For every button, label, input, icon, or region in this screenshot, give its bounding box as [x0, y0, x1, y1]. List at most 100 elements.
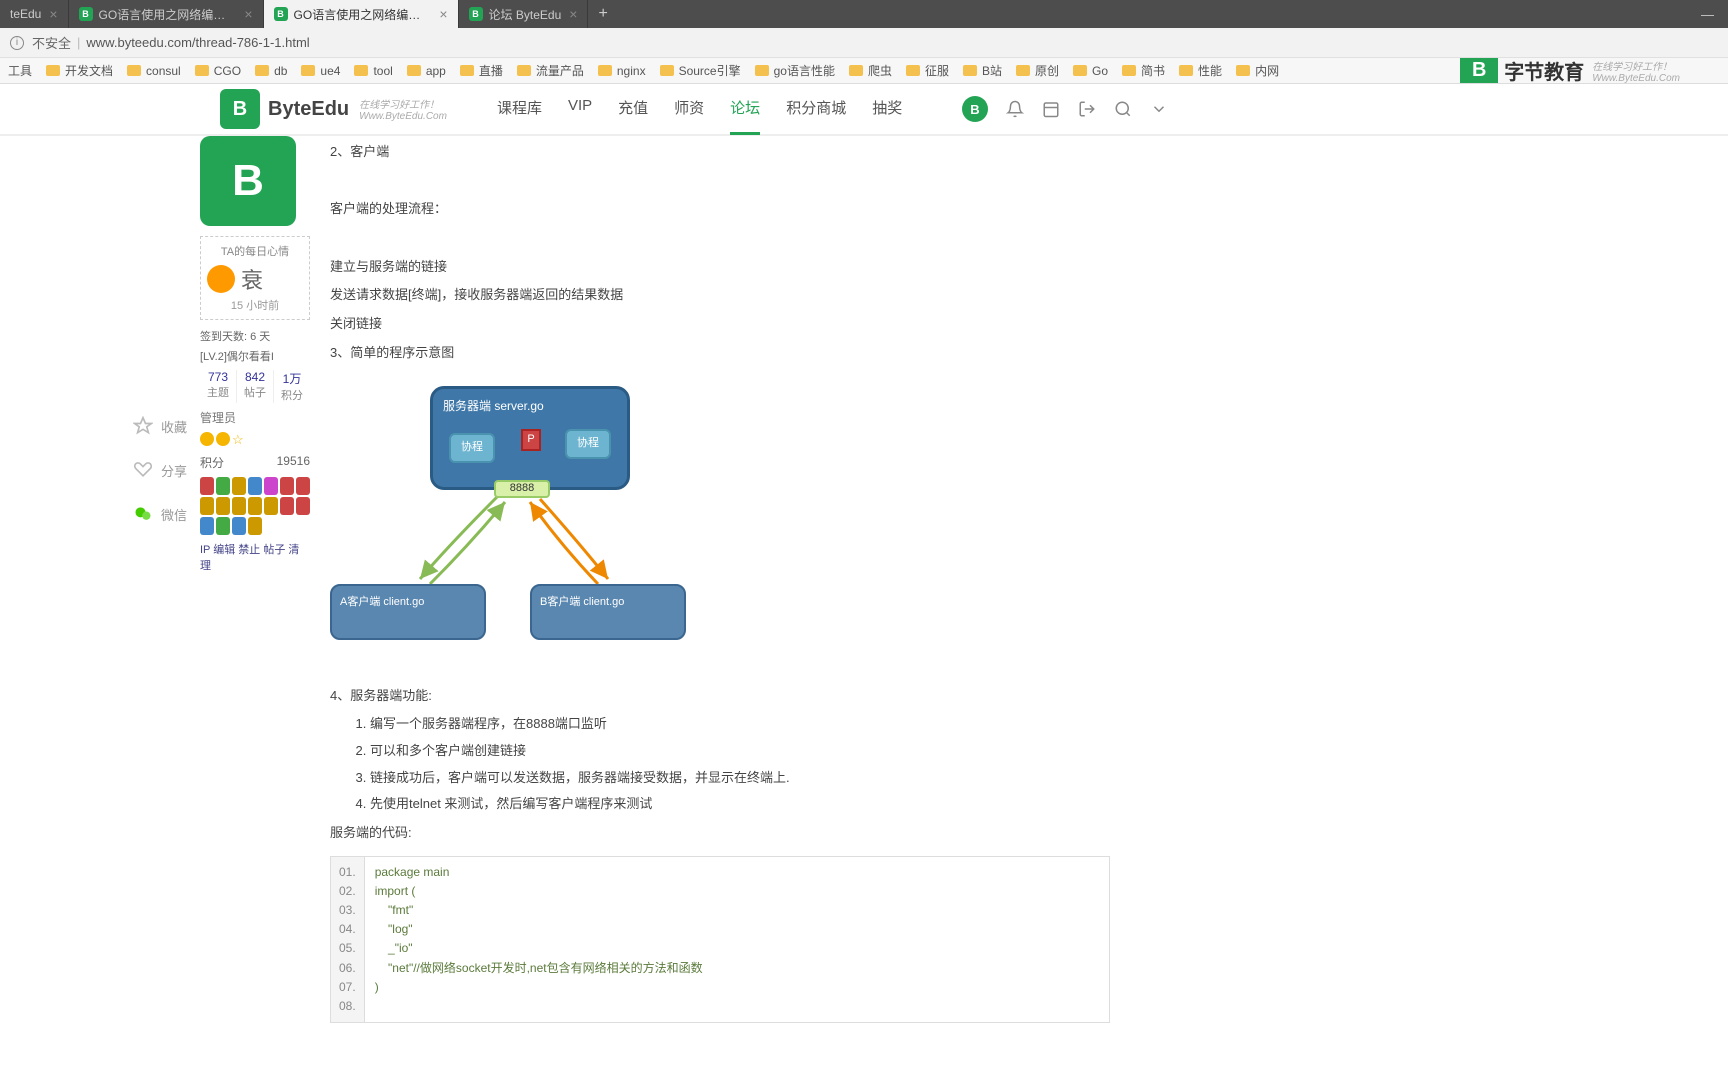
bookmark[interactable]: 征服: [906, 62, 949, 79]
user-stats: 773主题 842帖子 1万积分: [200, 370, 310, 403]
close-icon[interactable]: ×: [439, 6, 447, 22]
p-box: P: [521, 429, 541, 451]
bookmark[interactable]: 开发文档: [46, 62, 113, 79]
tab-0[interactable]: teEdu×: [0, 0, 69, 28]
avatar[interactable]: B: [962, 96, 988, 122]
nav-vip[interactable]: VIP: [568, 83, 592, 135]
text: 关闭链接: [330, 312, 1110, 337]
share-button[interactable]: 分享: [133, 460, 187, 480]
nav-forum[interactable]: 论坛: [730, 83, 760, 135]
header-icons: B: [962, 96, 1728, 122]
folder-icon: [195, 65, 209, 76]
folder-icon: [460, 65, 474, 76]
folder-icon: [1122, 65, 1136, 76]
close-icon[interactable]: ×: [49, 6, 57, 22]
bookmark[interactable]: 原创: [1016, 62, 1059, 79]
feature-list: 编写一个服务器端程序，在8888端口监听 可以和多个客户端创建链接 链接成功后，…: [330, 712, 1110, 817]
new-tab-button[interactable]: +: [588, 0, 617, 28]
rank-icons: ☆: [200, 432, 310, 448]
bookmark[interactable]: consul: [127, 64, 181, 78]
nav-lottery[interactable]: 抽奖: [872, 83, 902, 135]
chevron-down-icon[interactable]: [1150, 100, 1168, 118]
folder-icon: [46, 65, 60, 76]
bookmark[interactable]: go语言性能: [755, 62, 835, 79]
bell-icon[interactable]: [1006, 100, 1024, 118]
nav-courses[interactable]: 课程库: [497, 83, 542, 135]
folder-icon: [963, 65, 977, 76]
user-panel: B TA的每日心情 衰 15 小时前 签到天数: 6 天 [LV.2]偶尔看看I…: [200, 136, 310, 1063]
bookmark[interactable]: CGO: [195, 64, 241, 78]
text: 建立与服务端的链接: [330, 255, 1110, 280]
bookmark[interactable]: 爬虫: [849, 62, 892, 79]
port-box: 8888: [494, 480, 550, 498]
bookmark[interactable]: nginx: [598, 64, 646, 78]
list-item: 链接成功后，客户端可以发送数据，服务器端接受数据，并显示在终端上.: [370, 766, 1110, 791]
bookmark[interactable]: app: [407, 64, 446, 78]
text: 服务端的代码:: [330, 821, 1110, 846]
bookmark[interactable]: 性能: [1179, 62, 1222, 79]
bookmark[interactable]: 简书: [1122, 62, 1165, 79]
insecure-label: 不安全: [32, 33, 71, 52]
bookmark[interactable]: 内网: [1236, 62, 1279, 79]
admin-links[interactable]: IP 编辑 禁止 帖子 清理: [200, 541, 310, 573]
url-text[interactable]: www.byteedu.com/thread-786-1-1.html: [86, 35, 309, 50]
bookmark[interactable]: 流量产品: [517, 62, 584, 79]
bookmark[interactable]: Go: [1073, 64, 1108, 78]
nav-mall[interactable]: 积分商城: [786, 83, 846, 135]
close-icon[interactable]: ×: [244, 6, 252, 22]
folder-icon: [354, 65, 368, 76]
bookmark[interactable]: ue4: [301, 64, 340, 78]
calendar-icon[interactable]: [1042, 100, 1060, 118]
text: 客户端的处理流程：: [330, 197, 1110, 222]
nav-teachers[interactable]: 师资: [674, 83, 704, 135]
score-line: 积分19516: [200, 454, 310, 471]
exit-icon[interactable]: [1078, 100, 1096, 118]
user-avatar[interactable]: B: [200, 136, 296, 226]
info-icon[interactable]: i: [10, 36, 24, 50]
brand-logo: B 字节教育 在线学习好工作！ Www.ByteEdu.Com: [1460, 58, 1720, 84]
code-block: 01.02.03.04.05.06.07.08. package main im…: [330, 856, 1110, 1024]
folder-icon: [301, 65, 315, 76]
folder-icon: [1073, 65, 1087, 76]
tab-3[interactable]: B论坛 ByteEdu×: [459, 0, 589, 28]
window-minimize[interactable]: —: [1687, 0, 1728, 28]
bookmark[interactable]: 直播: [460, 62, 503, 79]
site-logo-icon[interactable]: B: [220, 89, 260, 129]
nav-recharge[interactable]: 充值: [618, 83, 648, 135]
close-icon[interactable]: ×: [569, 6, 577, 22]
bookmark[interactable]: B站: [963, 62, 1002, 79]
bookmark[interactable]: tool: [354, 64, 392, 78]
mood-face-icon: [207, 265, 235, 293]
code-gutter: 01.02.03.04.05.06.07.08.: [331, 857, 365, 1023]
site-name[interactable]: ByteEdu: [268, 98, 349, 121]
folder-icon: [1016, 65, 1030, 76]
client-a-box: A客户端 client.go: [330, 584, 486, 640]
list-item: 先使用telnet 来测试，然后编写客户端程序来测试: [370, 792, 1110, 817]
site-icon: B: [469, 7, 483, 21]
folder-icon: [127, 65, 141, 76]
folder-icon: [906, 65, 920, 76]
user-role: 管理员: [200, 409, 310, 426]
tab-2[interactable]: BGO语言使用之网络编程(TCP编…×: [264, 0, 459, 28]
code-body: package main import ( "fmt" "log" _"io" …: [365, 857, 713, 1023]
folder-icon: [517, 65, 531, 76]
mood-box: TA的每日心情 衰 15 小时前: [200, 236, 310, 320]
side-actions: 收藏 分享 微信: [120, 136, 200, 1063]
folder-icon: [849, 65, 863, 76]
wechat-button[interactable]: 微信: [133, 504, 187, 524]
bookmark[interactable]: Source引擎: [660, 62, 741, 79]
text: 3、简单的程序示意图: [330, 341, 1110, 366]
text: 2、客户端: [330, 140, 1110, 165]
architecture-diagram: 服务器端 server.go 协程 协程 P 8888 A客户端 client.…: [330, 374, 810, 654]
tab-1[interactable]: BGO语言使用之网络编程(TCP编…×: [69, 0, 264, 28]
folder-icon: [598, 65, 612, 76]
bookmarks-bar: 工具 开发文档 consul CGO db ue4 tool app 直播 流量…: [0, 58, 1728, 84]
favorite-button[interactable]: 收藏: [133, 416, 187, 436]
coroutine-right: 协程: [565, 429, 611, 459]
site-icon: B: [274, 7, 288, 21]
bookmark[interactable]: db: [255, 64, 287, 78]
search-icon[interactable]: [1114, 100, 1132, 118]
medals: [200, 477, 310, 535]
coroutine-left: 协程: [449, 433, 495, 463]
bookmark[interactable]: 工具: [8, 62, 32, 79]
